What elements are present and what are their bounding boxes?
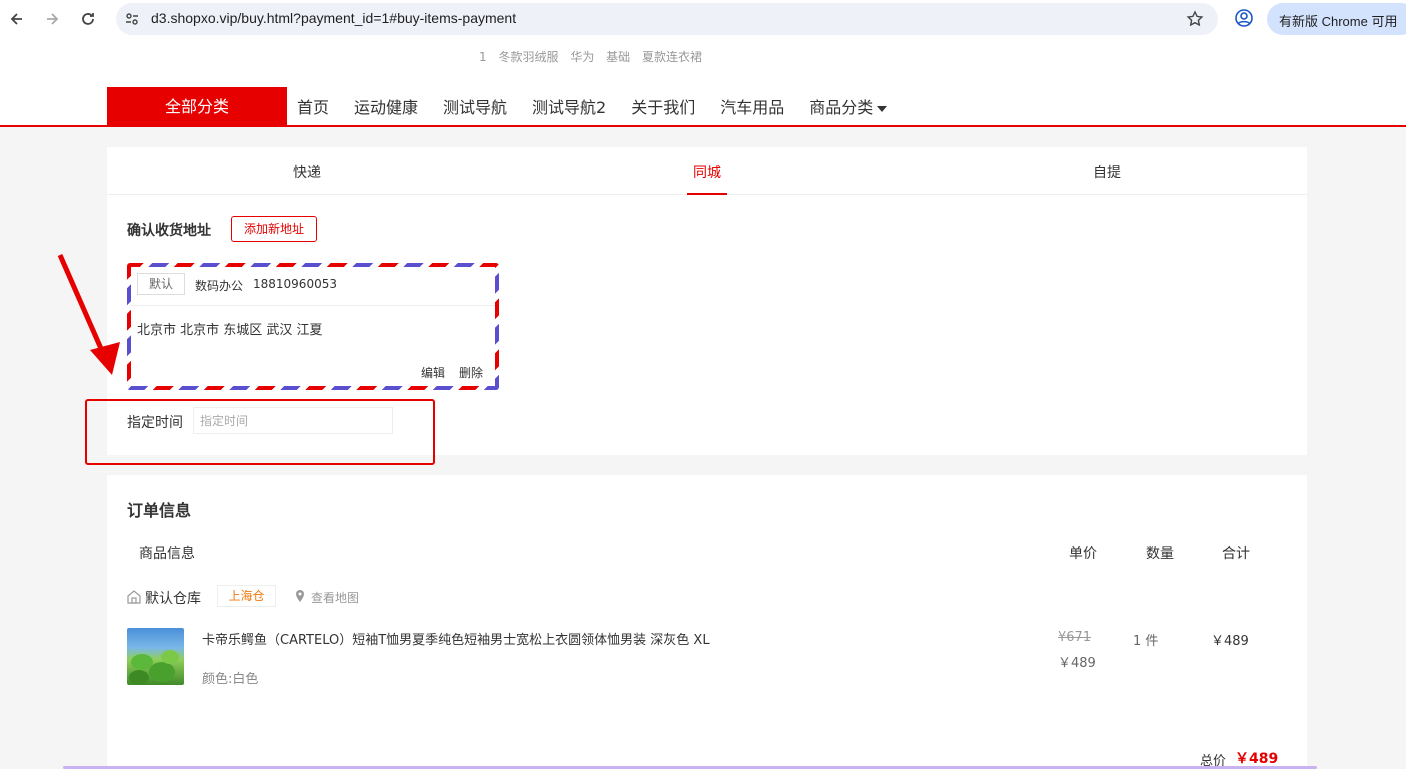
divider [131, 305, 495, 306]
active-tab-indicator [687, 193, 727, 195]
nav-item-label: 商品分类 [809, 98, 874, 117]
hot-word[interactable]: 基础 [606, 50, 630, 64]
edit-address-link[interactable]: 编辑 [421, 364, 445, 381]
url-text[interactable]: d3.shopxo.vip/buy.html?payment_id=1#buy-… [151, 10, 516, 26]
add-address-button[interactable]: 添加新地址 [231, 216, 317, 242]
col-header-price: 单价 [1069, 546, 1097, 562]
hot-word[interactable]: 夏款连衣裙 [642, 50, 702, 64]
address-section-title: 确认收货地址 [127, 223, 211, 239]
hot-word[interactable]: 华为 [570, 50, 594, 64]
site-header: 1 冬款羽绒服 华为 基础 夏款连衣裙 全部分类 首页 运动健康 测试导航 测试… [0, 38, 1406, 127]
annotation-arrow-icon [57, 253, 120, 375]
hot-word[interactable]: 冬款羽绒服 [498, 50, 558, 64]
annotation-highlight-box [85, 399, 435, 465]
back-icon[interactable] [6, 8, 28, 30]
product-image[interactable] [127, 628, 184, 685]
recipient-name: 数码办公 [195, 279, 244, 293]
chrome-update-button[interactable]: 有新版 Chrome 可用 [1267, 3, 1406, 35]
hot-search-words: 1 冬款羽绒服 华为 基础 夏款连衣裙 [479, 48, 710, 65]
forward-icon[interactable] [41, 8, 63, 30]
nav-item-categories[interactable]: 商品分类 [809, 94, 888, 118]
delivery-tabs: 快递 同城 自提 [107, 147, 1307, 195]
main-nav: 首页 运动健康 测试导航 测试导航2 关于我们 汽车用品 商品分类 [297, 94, 912, 118]
map-pin-icon[interactable] [295, 590, 305, 603]
original-price: ¥671 [1058, 630, 1092, 645]
nav-item-sports[interactable]: 运动健康 [354, 94, 418, 118]
total-value: ￥489 [1235, 751, 1279, 767]
bookmark-star-icon[interactable] [1186, 10, 1204, 28]
nav-item-test[interactable]: 测试导航 [443, 94, 507, 118]
item-subtotal: ￥489 [1211, 634, 1249, 649]
nav-item-home[interactable]: 首页 [297, 94, 329, 118]
product-spec: 颜色:白色 [202, 672, 259, 687]
site-settings-icon[interactable] [124, 11, 140, 27]
browser-toolbar: d3.shopxo.vip/buy.html?payment_id=1#buy-… [0, 0, 1406, 38]
caret-down-icon [877, 105, 888, 112]
order-panel: 订单信息 商品信息 单价 数量 合计 默认仓库 上海仓 查看地图 卡帝乐鳄鱼（C… [107, 475, 1307, 769]
current-price: ￥489 [1058, 656, 1096, 671]
item-quantity: 1 件 [1133, 634, 1159, 649]
tab-express[interactable]: 快递 [293, 162, 321, 182]
header-divider [0, 125, 1406, 127]
warehouse-icon [127, 590, 141, 604]
address-detail: 北京市 北京市 东城区 武汉 江夏 [137, 323, 323, 338]
recipient-phone: 18810960053 [253, 277, 337, 291]
order-section-title: 订单信息 [127, 501, 192, 520]
nav-item-about[interactable]: 关于我们 [631, 94, 695, 118]
default-badge: 默认 [137, 273, 185, 295]
view-map-link[interactable]: 查看地图 [311, 589, 359, 606]
warehouse-tag: 上海仓 [217, 585, 276, 607]
address-bar[interactable]: d3.shopxo.vip/buy.html?payment_id=1#buy-… [116, 3, 1218, 35]
delete-address-link[interactable]: 删除 [459, 364, 483, 381]
col-header-qty: 数量 [1146, 546, 1174, 562]
warehouse-name: 默认仓库 [145, 591, 201, 607]
reload-icon[interactable] [77, 8, 99, 30]
tab-same-city[interactable]: 同城 [693, 162, 721, 182]
hot-word[interactable]: 1 [479, 50, 487, 64]
col-header-info: 商品信息 [139, 546, 195, 562]
nav-item-test2[interactable]: 测试导航2 [532, 94, 606, 118]
product-name[interactable]: 卡帝乐鳄鱼（CARTELO）短袖T恤男夏季纯色短袖男士宽松上衣圆领体恤男装 深灰… [202, 629, 710, 648]
address-card[interactable]: 默认 数码办公 18810960053 北京市 北京市 东城区 武汉 江夏 编辑… [127, 263, 499, 390]
nav-item-auto[interactable]: 汽车用品 [720, 94, 784, 118]
col-header-total: 合计 [1222, 546, 1250, 562]
all-categories-button[interactable]: 全部分类 [107, 87, 287, 127]
tab-pickup[interactable]: 自提 [1093, 162, 1121, 182]
profile-icon[interactable] [1234, 8, 1254, 28]
